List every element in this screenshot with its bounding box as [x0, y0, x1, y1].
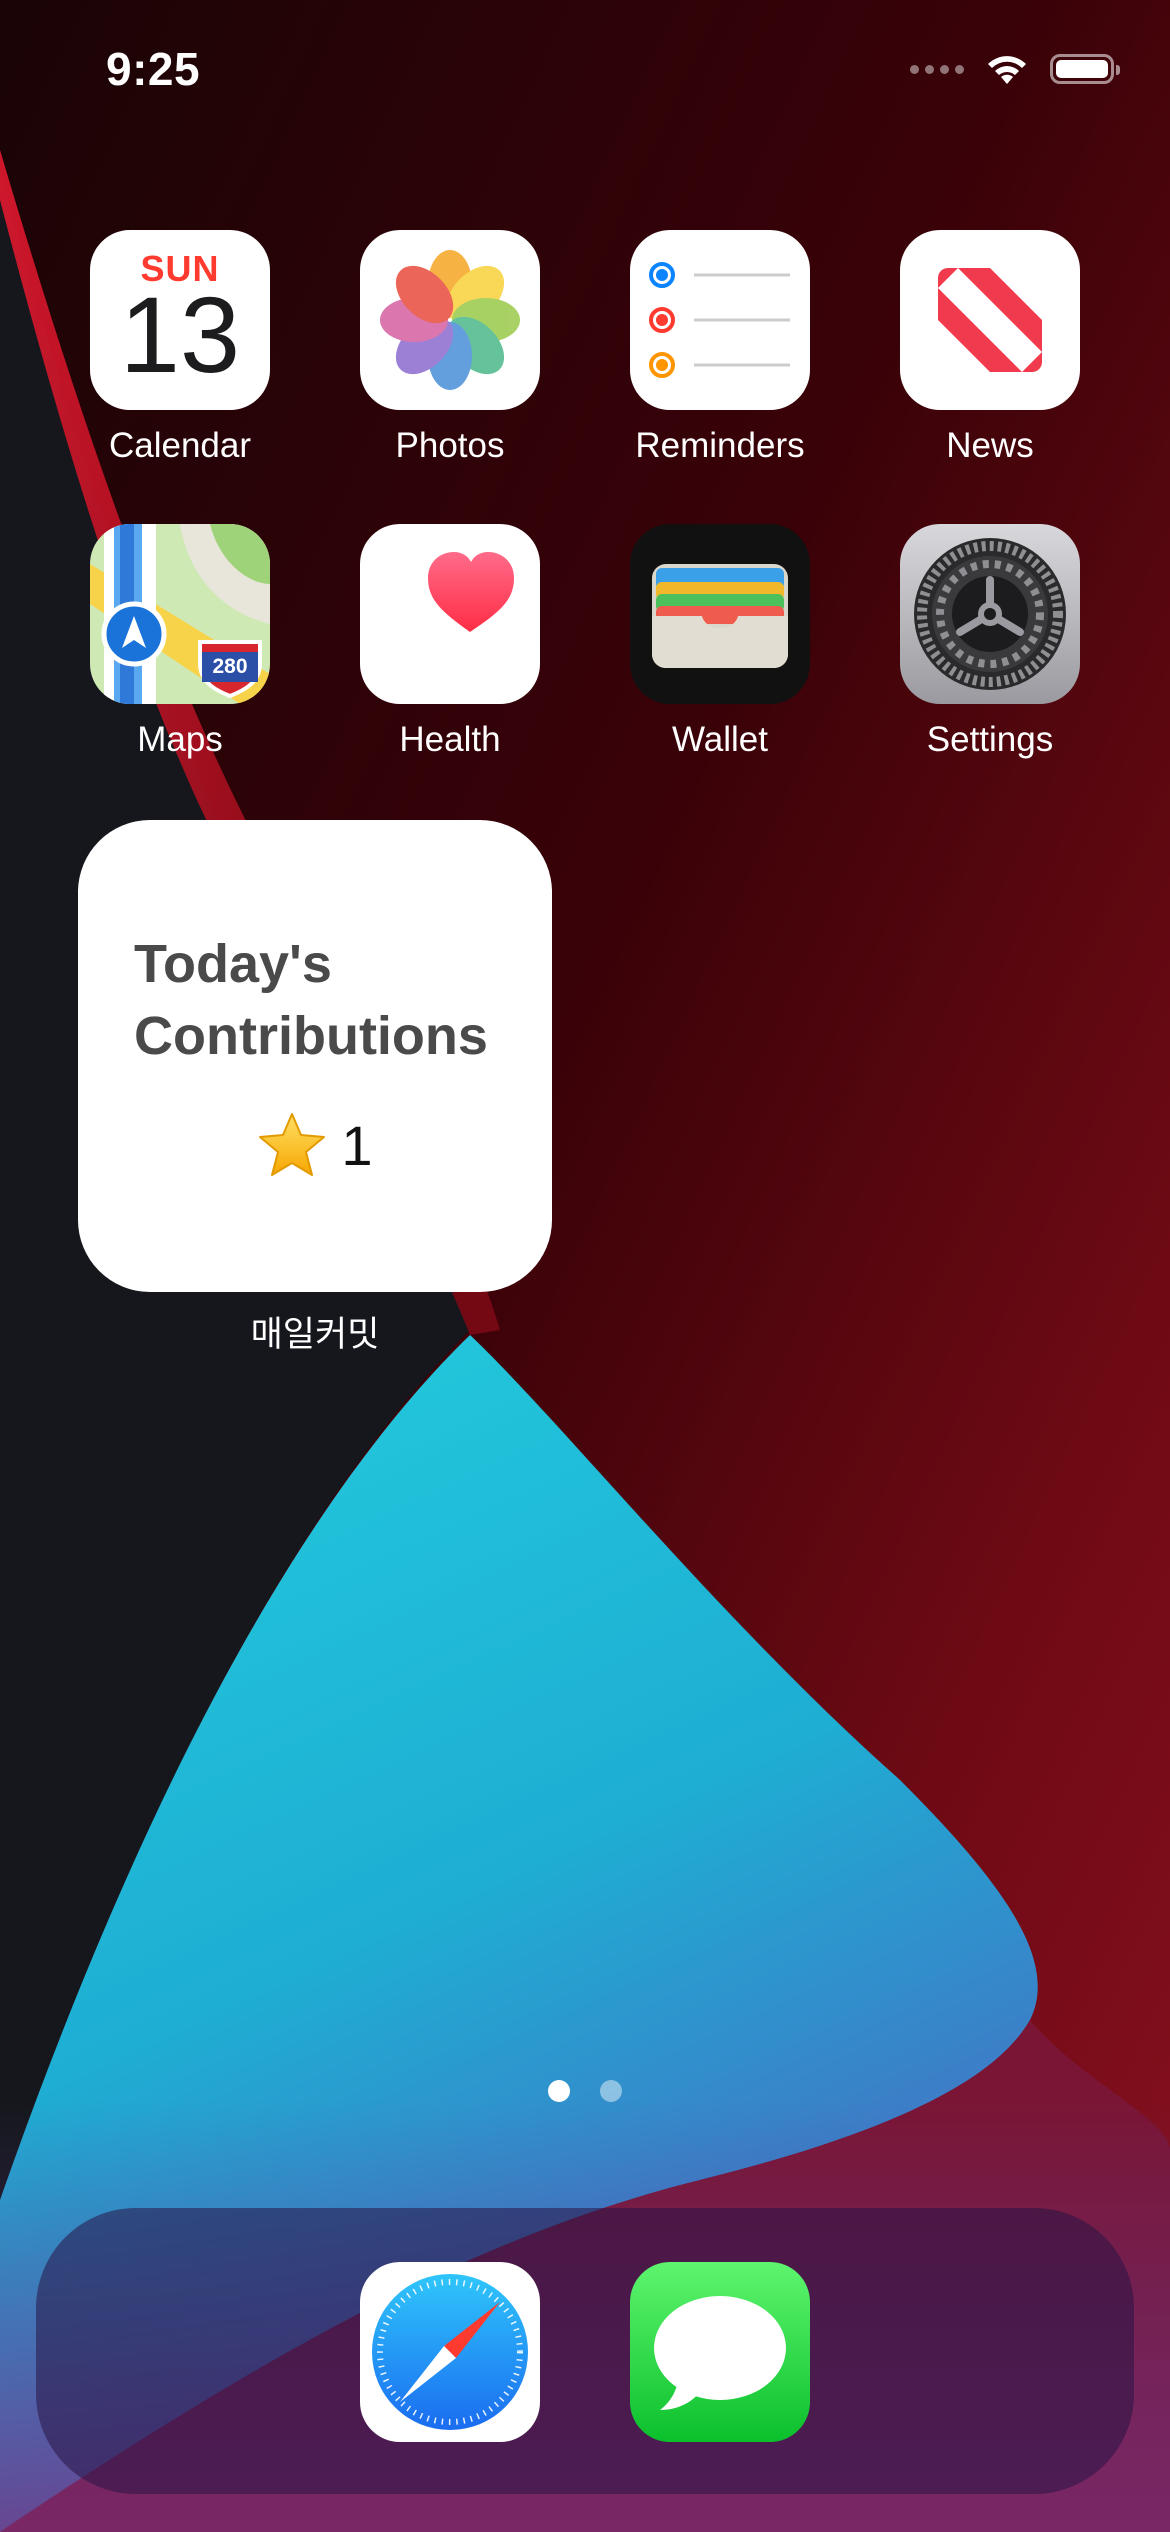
contributions-widget[interactable]: Today's Contributions 1 [78, 820, 552, 1292]
app-maps[interactable]: 280 Maps [90, 524, 270, 759]
home-screen: 9:25 SUN 13 Calendar Photos Reminders Ne… [0, 0, 1170, 2532]
app-reminders[interactable]: Reminders [630, 230, 810, 465]
news-icon [900, 230, 1080, 410]
widget-app-label: 매일커밋 [250, 1315, 380, 1354]
star-icon [259, 1113, 326, 1176]
photos-icon [360, 230, 540, 410]
cellular-signal-icon [910, 64, 964, 74]
app-label: Calendar [108, 426, 252, 465]
calendar-date: 13 [119, 274, 241, 395]
wifi-icon [988, 56, 1026, 84]
app-label: News [946, 426, 1034, 465]
app-calendar[interactable]: SUN 13 Calendar [90, 230, 270, 465]
app-wallet[interactable]: Wallet [630, 524, 810, 759]
compass-icon [360, 2262, 540, 2442]
battery-icon [1050, 54, 1120, 84]
app-settings[interactable]: Settings [900, 524, 1080, 759]
app-label: Maps [137, 720, 223, 759]
app-health[interactable]: Health [360, 524, 540, 759]
widget-stat: 1 [78, 1110, 552, 1180]
wallet-icon [630, 524, 810, 704]
app-label: Photos [395, 426, 505, 465]
reminders-icon [630, 230, 810, 410]
dock-app-safari[interactable] [360, 2262, 540, 2442]
widget-title: Today's Contributions [134, 934, 488, 1066]
status-time: 9:25 [106, 43, 201, 95]
page-dot-active[interactable] [548, 2080, 570, 2102]
app-label: Health [399, 720, 501, 759]
gear-icon [900, 524, 1080, 704]
heart-icon [360, 524, 540, 704]
status-indicators [910, 52, 1120, 86]
page-indicator[interactable] [0, 2080, 1170, 2102]
calendar-icon: SUN 13 [90, 230, 270, 410]
app-label: Reminders [635, 426, 805, 465]
dock [36, 2208, 1134, 2494]
page-dot[interactable] [600, 2080, 622, 2102]
app-label: Wallet [672, 720, 768, 759]
dock-app-messages[interactable] [630, 2262, 810, 2442]
contribution-count: 1 [341, 1113, 373, 1177]
app-label: Settings [926, 720, 1054, 759]
speech-bubble-icon [630, 2262, 810, 2442]
maps-icon: 280 [90, 524, 270, 704]
app-news[interactable]: News [900, 230, 1080, 465]
maps-route-badge: 280 [212, 655, 248, 678]
app-photos[interactable]: Photos [360, 230, 540, 465]
